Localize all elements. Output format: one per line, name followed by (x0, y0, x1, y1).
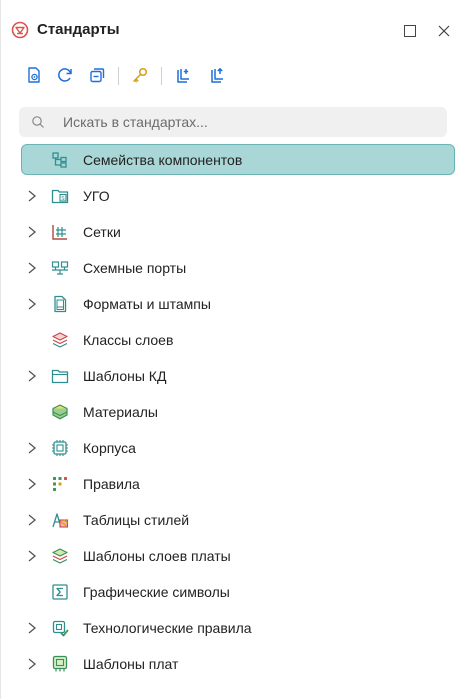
layer-classes-icon (52, 332, 68, 348)
key-icon (133, 67, 148, 83)
tree-item-label: Технологические правила (83, 620, 252, 636)
tree-item-label: Корпуса (83, 440, 136, 456)
component-families-icon (52, 152, 67, 168)
sigma-symbol-icon (52, 584, 68, 600)
tree-item-label: Графические символы (83, 584, 230, 600)
toolbar (1, 62, 456, 90)
tree-item-label: Шаблоны КД (83, 368, 167, 384)
tree-item-label: УГО (83, 188, 110, 204)
import-icon (177, 69, 189, 83)
style-tables-icon (52, 513, 69, 528)
tree-item-packages[interactable]: Корпуса (1, 430, 456, 466)
grid-icon (52, 225, 67, 240)
tree-item-label: Сетки (83, 224, 121, 240)
folder-symbol-icon: S (51, 189, 69, 204)
search-input[interactable] (63, 107, 433, 137)
tree-item-label: Материалы (83, 404, 158, 420)
tree-item-label: Классы слоев (83, 332, 174, 348)
chevron-right-icon[interactable] (25, 512, 39, 528)
folder-icon (51, 369, 69, 384)
board-template-icon (52, 655, 68, 672)
chevron-right-icon[interactable] (25, 440, 39, 456)
tree-item-label: Таблицы стилей (83, 512, 190, 528)
materials-icon (52, 404, 68, 420)
refresh-button[interactable] (52, 62, 78, 88)
panel-header: Стандарты (1, 10, 456, 50)
tree-item-rules[interactable]: Правила (1, 466, 456, 502)
chevron-right-icon[interactable] (25, 368, 39, 384)
tree-item-label: Семейства компонентов (83, 152, 243, 168)
chevron-right-icon[interactable] (25, 476, 39, 492)
toolbar-separator (161, 67, 162, 85)
collapse-all-button[interactable] (84, 62, 110, 88)
schematic-ports-icon (51, 261, 69, 275)
chevron-right-icon[interactable] (25, 188, 39, 204)
close-button[interactable] (433, 20, 455, 42)
maximize-button[interactable] (399, 20, 421, 42)
svg-text:S: S (61, 196, 65, 202)
tree-item-graphic-symbols[interactable]: Графические символы (1, 574, 456, 610)
standards-logo-icon (11, 21, 29, 39)
search-icon (32, 116, 44, 128)
tree-item-formats-stamps[interactable]: Форматы и штампы (1, 286, 456, 322)
tree-item-tech-rules[interactable]: Технологические правила (1, 610, 456, 646)
tree-item-label: Схемные порты (83, 260, 187, 276)
tree-item-label: Форматы и штампы (83, 296, 211, 312)
tree-item-schematic-ports[interactable]: Схемные порты (1, 250, 456, 286)
chevron-right-icon[interactable] (25, 224, 39, 240)
collapse-all-icon (90, 68, 105, 83)
tree-item-label: Правила (83, 476, 140, 492)
new-document-button[interactable] (21, 62, 47, 88)
tree-item-ugo[interactable]: S УГО (1, 178, 456, 214)
rules-icon (53, 477, 67, 491)
tree-item-label: Шаблоны плат (83, 656, 179, 672)
chevron-right-icon[interactable] (25, 548, 39, 564)
export-icon (211, 68, 223, 83)
maximize-icon (404, 25, 416, 37)
tree-item-layer-classes[interactable]: Классы слоев (1, 322, 456, 358)
refresh-icon (58, 68, 72, 82)
chevron-right-icon[interactable] (25, 260, 39, 276)
board-layers-icon (52, 548, 68, 564)
search-box (19, 107, 447, 137)
sheet-format-icon (54, 295, 67, 313)
tree-item-component-families[interactable]: Семейства компонентов (1, 142, 456, 178)
export-button[interactable] (204, 62, 230, 88)
tree-item-materials[interactable]: Материалы (1, 394, 456, 430)
standards-tree: Семейства компонентов S УГО Сетки Схемны… (1, 142, 456, 682)
panel-title: Стандарты (37, 21, 120, 38)
new-document-icon (28, 67, 40, 83)
standards-panel: Стандарты Искать в стандартах... Семейст… (0, 0, 456, 699)
chevron-right-icon[interactable] (25, 656, 39, 672)
chevron-right-icon[interactable] (25, 296, 39, 312)
tree-item-label: Шаблоны слоев платы (83, 548, 231, 564)
chevron-right-icon[interactable] (25, 620, 39, 636)
tree-item-board-templates[interactable]: Шаблоны плат (1, 646, 456, 682)
tree-item-grids[interactable]: Сетки (1, 214, 456, 250)
tech-rules-icon (52, 620, 69, 637)
toolbar-separator (118, 67, 119, 85)
close-icon (438, 25, 450, 37)
package-icon (52, 440, 68, 456)
key-button[interactable] (127, 62, 153, 88)
tree-item-kd-templates[interactable]: Шаблоны КД (1, 358, 456, 394)
tree-item-board-layer-templates[interactable]: Шаблоны слоев платы (1, 538, 456, 574)
tree-item-style-tables[interactable]: Таблицы стилей (1, 502, 456, 538)
import-button[interactable] (170, 62, 196, 88)
